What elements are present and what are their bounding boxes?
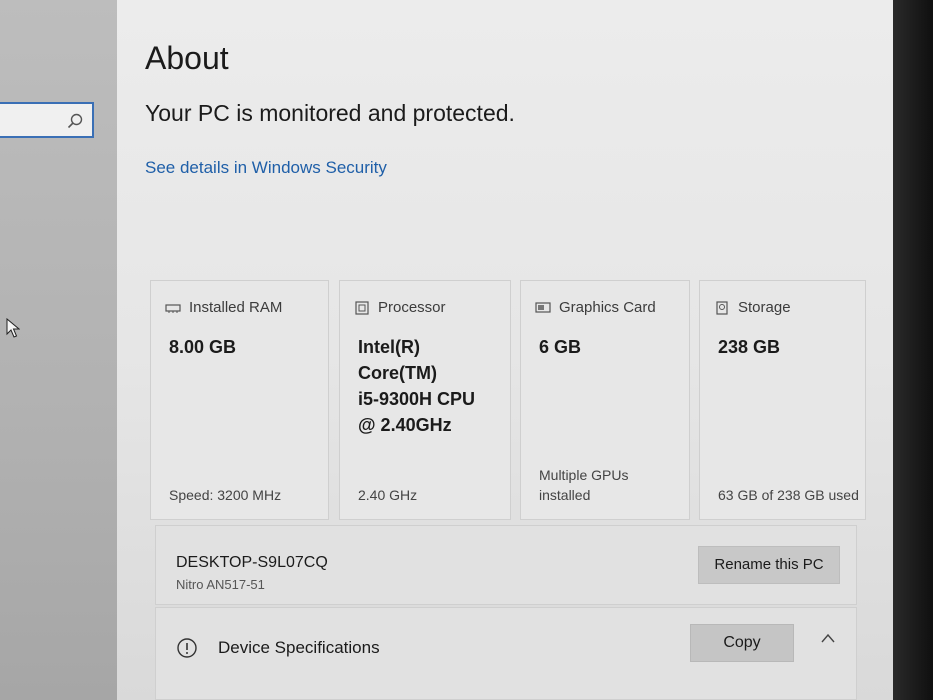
processor-value-line: Intel(R) — [358, 337, 420, 357]
graphics-card-note-line: Multiple GPUs — [539, 467, 629, 483]
graphics-card-card: Graphics Card 6 GB Multiple GPUs install… — [520, 280, 690, 520]
graphics-card-icon — [535, 301, 551, 313]
device-name: DESKTOP-S9L07CQ — [176, 554, 328, 571]
rename-pc-button[interactable]: Rename this PC — [698, 546, 840, 584]
search-input[interactable] — [0, 102, 94, 138]
settings-nav-pane — [0, 0, 132, 700]
processor-value: Intel(R) Core(TM) i5-9300H CPU @ 2.40GHz — [358, 334, 475, 438]
mouse-pointer-icon — [6, 318, 20, 338]
device-model: Nitro AN517-51 — [176, 577, 265, 592]
chevron-up-icon[interactable] — [820, 632, 836, 644]
installed-ram-label: Installed RAM — [189, 299, 283, 316]
processor-label: Processor — [378, 299, 446, 316]
device-name-panel: DESKTOP-S9L07CQ Nitro AN517-51 Rename th… — [155, 525, 857, 605]
processor-icon — [355, 300, 369, 315]
ram-icon — [165, 303, 181, 313]
copy-button[interactable]: Copy — [690, 624, 794, 662]
about-page: About Your PC is monitored and protected… — [117, 0, 893, 700]
installed-ram-value: 8.00 GB — [169, 337, 237, 357]
info-icon — [177, 638, 197, 658]
device-specifications-title: Device Specifications — [218, 638, 380, 657]
storage-usage: 63 GB of 238 GB used — [718, 487, 859, 503]
processor-card: Processor Intel(R) Core(TM) i5-9300H CPU… — [339, 280, 511, 520]
installed-ram-card: Installed RAM 8.00 GB Speed: 3200 MHz — [150, 280, 329, 520]
page-title: About — [145, 40, 229, 76]
ram-speed: Speed: 3200 MHz — [169, 487, 282, 503]
graphics-card-note-line: installed — [539, 487, 591, 503]
storage-icon — [716, 300, 728, 315]
graphics-card-label: Graphics Card — [559, 299, 656, 316]
processor-value-line: Core(TM) — [358, 363, 437, 383]
search-icon[interactable] — [66, 112, 84, 130]
processor-speed: 2.40 GHz — [358, 487, 418, 503]
device-specifications-panel[interactable]: Device Specifications Copy — [155, 607, 857, 700]
processor-value-line: i5-9300H CPU — [358, 389, 476, 409]
processor-value-line: @ 2.40GHz — [358, 415, 452, 435]
graphics-card-value: 6 GB — [539, 337, 582, 357]
storage-label: Storage — [738, 299, 791, 316]
graphics-card-note: Multiple GPUs installed — [539, 465, 628, 505]
protection-status: Your PC is monitored and protected. — [145, 100, 515, 126]
storage-value: 238 GB — [718, 337, 781, 357]
windows-security-link[interactable]: See details in Windows Security — [145, 158, 387, 178]
background-edge — [893, 0, 933, 700]
storage-card: Storage 238 GB 63 GB of 238 GB used — [699, 280, 866, 520]
